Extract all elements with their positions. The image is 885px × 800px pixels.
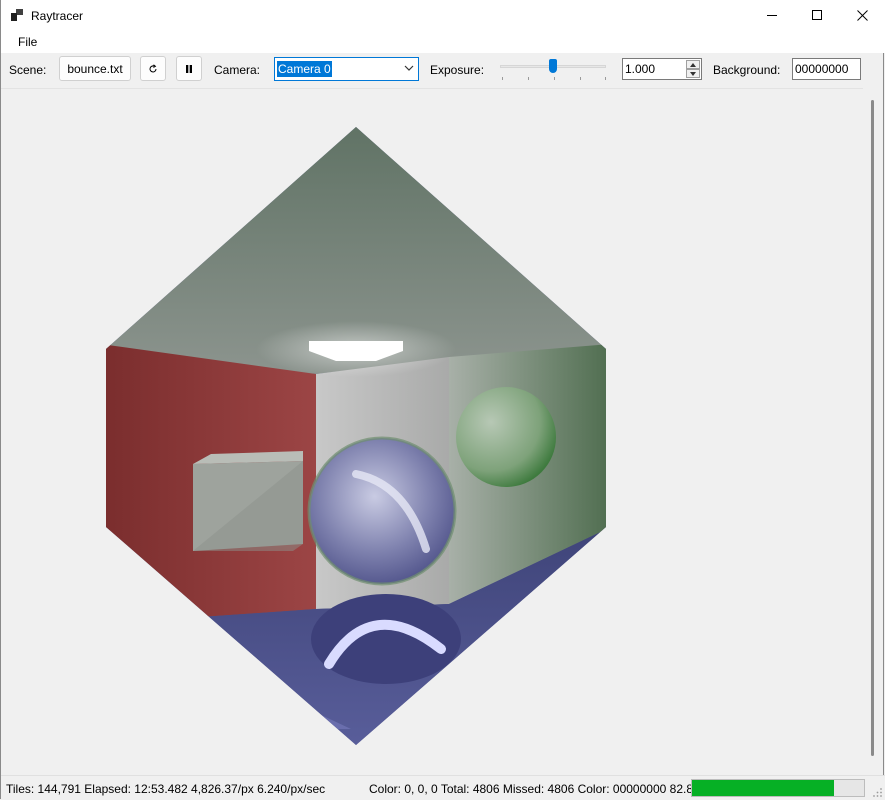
scrollbar-thumb[interactable] [871, 100, 874, 756]
camera-select-value: Camera 0 [277, 61, 332, 77]
refresh-icon [149, 63, 157, 72]
camera-select[interactable]: Camera 0 [274, 57, 419, 81]
chevron-down-icon [404, 65, 414, 71]
window-title: Raytracer [31, 9, 84, 23]
exposure-down-button[interactable] [686, 69, 700, 78]
close-icon [856, 10, 868, 21]
camera-label: Camera: [214, 63, 261, 77]
title-bar[interactable]: Raytracer [1, 0, 885, 31]
close-button[interactable] [839, 0, 885, 31]
slider-tick [554, 77, 555, 80]
render-progress-bar [691, 779, 865, 797]
pause-button[interactable] [176, 56, 202, 81]
slider-tick [502, 77, 503, 80]
exposure-label: Exposure: [430, 63, 485, 77]
resize-grip-icon[interactable] [873, 788, 883, 798]
maximize-icon [811, 10, 822, 20]
refresh-button[interactable] [140, 56, 166, 81]
pixel-info: Color: 0, 0, 0 Total: 4806 Missed: 4806 … [369, 782, 704, 796]
scene-file-button[interactable]: bounce.txt [59, 56, 131, 81]
minimize-icon [766, 15, 777, 16]
background-label: Background: [713, 63, 781, 77]
slider-tick [580, 77, 581, 80]
render-progress-fill [692, 780, 835, 796]
toolbar: Scene: bounce.txt Camera: Camera 0 Expos… [1, 53, 885, 87]
render-stats: Tiles: 144,791 Elapsed: 12:53.482 4,826.… [6, 782, 326, 796]
background-color-value: 00000000 [795, 62, 849, 76]
status-bar: Tiles: 144,791 Elapsed: 12:53.482 4,826.… [1, 775, 885, 800]
exposure-slider-thumb[interactable] [549, 59, 557, 73]
slider-tick [605, 77, 606, 80]
menu-file[interactable]: File [11, 34, 44, 50]
menu-bar: File [1, 31, 885, 53]
exposure-up-button[interactable] [686, 60, 700, 69]
scene-label: Scene: [9, 63, 47, 77]
exposure-value: 1.000 [625, 62, 656, 76]
pause-icon [186, 64, 192, 73]
minimize-button[interactable] [749, 0, 795, 31]
exposure-stepper[interactable]: 1.000 [622, 58, 702, 80]
arrow-down-icon [690, 71, 696, 76]
app-window: Raytracer File Scene: bounce.txt Camera:… [0, 0, 885, 800]
render-image [106, 127, 606, 745]
render-viewport[interactable] [1, 88, 863, 775]
app-icon [11, 9, 23, 21]
background-color-field[interactable]: 00000000 [792, 58, 861, 80]
exposure-slider[interactable] [498, 57, 608, 81]
slider-tick [528, 77, 529, 80]
vertical-scrollbar[interactable] [863, 88, 883, 774]
maximize-button[interactable] [794, 0, 840, 31]
arrow-up-icon [690, 62, 696, 67]
